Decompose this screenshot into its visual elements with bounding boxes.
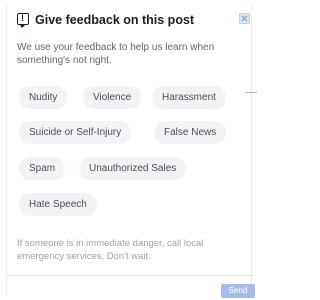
stage: ! Give feedback on this post We use your… <box>0 0 257 300</box>
emergency-hint: If someone is in immediate danger, call … <box>17 238 204 262</box>
option-false-news[interactable]: False News <box>154 121 227 144</box>
option-spam[interactable]: Spam <box>19 157 66 180</box>
option-harassment[interactable]: Harassment <box>152 86 226 109</box>
option-suicide-self-injury[interactable]: Suicide or Self-Injury <box>19 121 132 144</box>
report-flag-icon: ! <box>17 13 29 28</box>
option-nudity[interactable]: Nudity <box>19 86 68 109</box>
intro-text: We use your feedback to help us learn wh… <box>17 42 215 66</box>
option-hate-speech[interactable]: Hate Speech <box>19 193 97 216</box>
dialog-title: Give feedback on this post <box>35 13 195 27</box>
option-violence[interactable]: Violence <box>83 86 142 109</box>
feedback-dialog: ! Give feedback on this post We use your… <box>6 4 255 298</box>
send-button[interactable]: Send <box>221 284 255 298</box>
close-icon[interactable] <box>239 13 250 24</box>
footer-divider <box>7 275 253 276</box>
background-divider <box>245 92 257 93</box>
option-unauthorized-sales[interactable]: Unauthorized Sales <box>79 157 187 180</box>
dialog-header: ! Give feedback on this post <box>7 10 253 30</box>
